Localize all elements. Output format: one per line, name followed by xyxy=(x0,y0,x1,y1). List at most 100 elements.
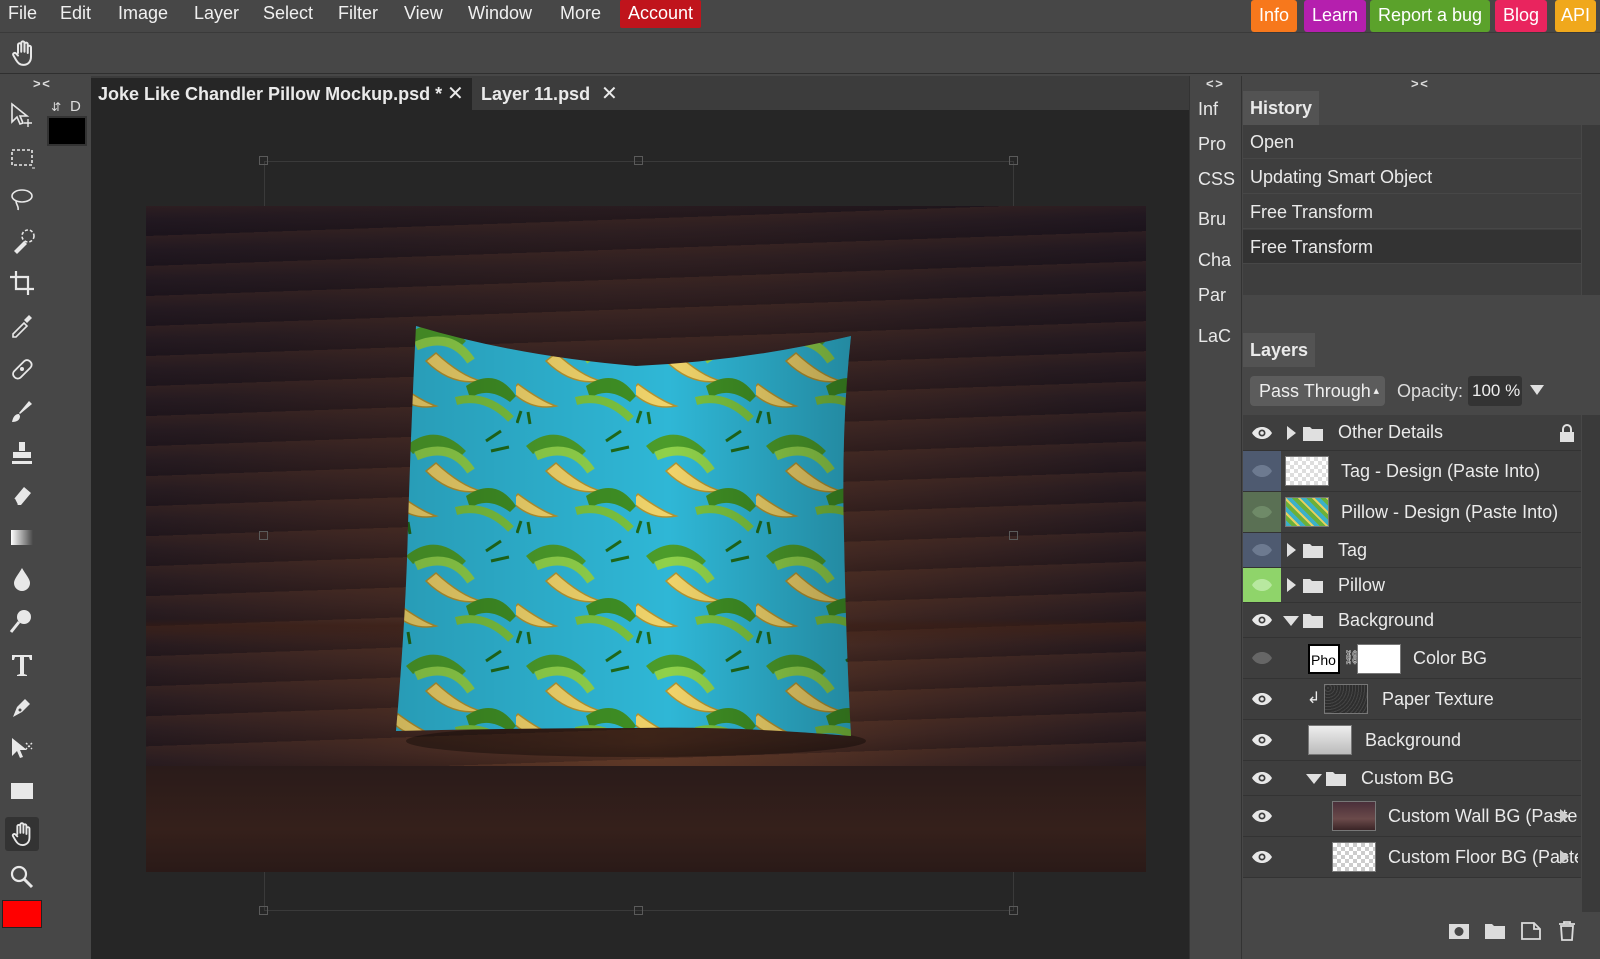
opacity-dropdown-icon[interactable] xyxy=(1530,385,1544,395)
visibility-eye-icon[interactable] xyxy=(1243,568,1281,602)
foreground-color-swatch[interactable] xyxy=(47,116,87,146)
delete-layer-icon[interactable] xyxy=(1556,919,1578,941)
close-icon[interactable]: ✕ xyxy=(447,78,464,110)
tab-css[interactable]: CSS xyxy=(1190,169,1243,190)
tab-brush[interactable]: Bru xyxy=(1190,209,1243,230)
menu-file[interactable]: File xyxy=(8,0,37,28)
layer-row[interactable]: Background xyxy=(1243,720,1581,761)
new-layer-icon[interactable] xyxy=(1520,919,1542,941)
transform-handle[interactable] xyxy=(1009,156,1018,165)
menu-edit[interactable]: Edit xyxy=(60,0,91,28)
account-button[interactable]: Account xyxy=(620,0,702,28)
history-item[interactable]: Updating Smart Object xyxy=(1243,160,1581,194)
marquee-tool-icon[interactable] xyxy=(5,140,39,174)
pen-tool-icon[interactable] xyxy=(5,690,39,724)
tab-layer-comps[interactable]: LaC xyxy=(1190,326,1243,347)
menu-image[interactable]: Image xyxy=(118,0,168,28)
hand-tool-icon[interactable] xyxy=(5,817,39,851)
transform-handle[interactable] xyxy=(1009,531,1018,540)
secondary-color-swatch[interactable] xyxy=(2,900,42,928)
visibility-eye-icon[interactable] xyxy=(1243,837,1281,877)
learn-button[interactable]: Learn xyxy=(1304,0,1367,32)
path-select-tool-icon[interactable] xyxy=(5,732,39,766)
transform-handle[interactable] xyxy=(259,906,268,915)
history-item[interactable]: Free Transform xyxy=(1243,195,1581,229)
layers-panel-title[interactable]: Layers xyxy=(1243,333,1316,367)
tab-layer-11[interactable]: Layer 11.psd ✕ xyxy=(474,78,624,110)
report-bug-button[interactable]: Report a bug xyxy=(1370,0,1491,32)
transform-handle[interactable] xyxy=(259,156,268,165)
layer-row[interactable]: Tag xyxy=(1243,533,1581,568)
expand-arrow-icon[interactable] xyxy=(1287,426,1296,440)
blur-tool-icon[interactable] xyxy=(5,562,39,596)
visibility-eye-icon[interactable] xyxy=(1243,638,1281,678)
layer-expand-arrow-icon[interactable] xyxy=(1560,809,1569,823)
tab-properties[interactable]: Pro xyxy=(1190,134,1243,155)
move-tool-icon[interactable] xyxy=(5,98,39,132)
menu-layer[interactable]: Layer xyxy=(194,0,239,28)
tab-character[interactable]: Cha xyxy=(1190,250,1243,271)
layer-row[interactable]: ↲ Paper Texture xyxy=(1243,679,1581,720)
visibility-eye-icon[interactable] xyxy=(1243,533,1281,567)
collapse-arrow-icon[interactable] xyxy=(1283,616,1299,626)
crop-tool-icon[interactable] xyxy=(5,266,39,300)
layer-row[interactable]: Pillow xyxy=(1243,568,1581,603)
history-item-current[interactable]: Free Transform xyxy=(1243,230,1581,264)
opacity-input[interactable]: 100 % xyxy=(1468,376,1522,406)
gradient-tool-icon[interactable] xyxy=(5,520,39,554)
image-canvas[interactable] xyxy=(146,206,1146,872)
expand-arrow-icon[interactable] xyxy=(1287,578,1296,592)
collapse-arrow-icon[interactable] xyxy=(1306,774,1322,784)
layer-row[interactable]: Custom Wall BG (Paste I xyxy=(1243,796,1581,837)
tab-paragraph[interactable]: Par xyxy=(1190,285,1243,306)
menu-view[interactable]: View xyxy=(404,0,443,28)
layer-row[interactable]: Other Details xyxy=(1243,415,1581,451)
new-group-icon[interactable] xyxy=(1484,921,1506,941)
zoom-tool-icon[interactable] xyxy=(5,860,39,894)
transform-handle[interactable] xyxy=(259,531,268,540)
tab-info[interactable]: Inf xyxy=(1190,99,1243,120)
visibility-eye-icon[interactable] xyxy=(1243,415,1281,450)
transform-handle[interactable] xyxy=(1009,906,1018,915)
visibility-eye-icon[interactable] xyxy=(1243,720,1281,760)
swap-colors-icon[interactable]: ⇵ xyxy=(51,100,61,114)
visibility-eye-icon[interactable] xyxy=(1243,603,1281,637)
brush-tool-icon[interactable] xyxy=(5,394,39,428)
layer-row[interactable]: Pillow - Design (Paste Into) xyxy=(1243,492,1581,533)
visibility-eye-icon[interactable] xyxy=(1243,796,1281,836)
stamp-tool-icon[interactable] xyxy=(5,436,39,470)
collapse-tools-toggle[interactable]: > < xyxy=(33,76,50,91)
history-item[interactable]: Open xyxy=(1243,125,1581,159)
blog-button[interactable]: Blog xyxy=(1495,0,1548,32)
default-colors-button[interactable]: D xyxy=(70,98,81,115)
menu-filter[interactable]: Filter xyxy=(338,0,378,28)
layer-row[interactable]: Custom Floor BG (Paste xyxy=(1243,837,1581,878)
layer-row[interactable]: Pho ⛓ Color BG xyxy=(1243,638,1581,679)
type-tool-icon[interactable] xyxy=(5,648,39,682)
menu-window[interactable]: Window xyxy=(468,0,532,28)
layer-expand-arrow-icon[interactable] xyxy=(1560,850,1569,864)
visibility-eye-icon[interactable] xyxy=(1243,679,1281,719)
healing-tool-icon[interactable] xyxy=(5,352,39,386)
layers-scrollbar[interactable] xyxy=(1582,415,1600,912)
layer-row[interactable]: Custom BG xyxy=(1243,761,1581,796)
blend-mode-select[interactable]: Pass Through ▴ xyxy=(1250,376,1385,406)
eraser-tool-icon[interactable] xyxy=(5,478,39,512)
close-icon[interactable]: ✕ xyxy=(601,78,618,110)
visibility-eye-icon[interactable] xyxy=(1243,492,1281,532)
info-button[interactable]: Info xyxy=(1251,0,1298,32)
transform-handle[interactable] xyxy=(634,906,643,915)
lasso-tool-icon[interactable] xyxy=(5,182,39,216)
api-button[interactable]: API xyxy=(1555,0,1597,32)
eyedropper-tool-icon[interactable] xyxy=(5,308,39,342)
dodge-tool-icon[interactable] xyxy=(5,604,39,638)
collapse-panels-toggle[interactable]: > < xyxy=(1411,76,1428,91)
history-panel-title[interactable]: History xyxy=(1243,91,1320,125)
expand-arrow-icon[interactable] xyxy=(1287,543,1296,557)
transform-handle[interactable] xyxy=(634,156,643,165)
tab-pillow-mockup[interactable]: Joke Like Chandler Pillow Mockup.psd * ✕ xyxy=(91,78,472,110)
shape-tool-icon[interactable] xyxy=(5,774,39,808)
layer-row[interactable]: Background xyxy=(1243,603,1581,638)
expand-panels-toggle[interactable]: < > xyxy=(1206,76,1223,91)
history-scrollbar[interactable] xyxy=(1582,125,1600,295)
